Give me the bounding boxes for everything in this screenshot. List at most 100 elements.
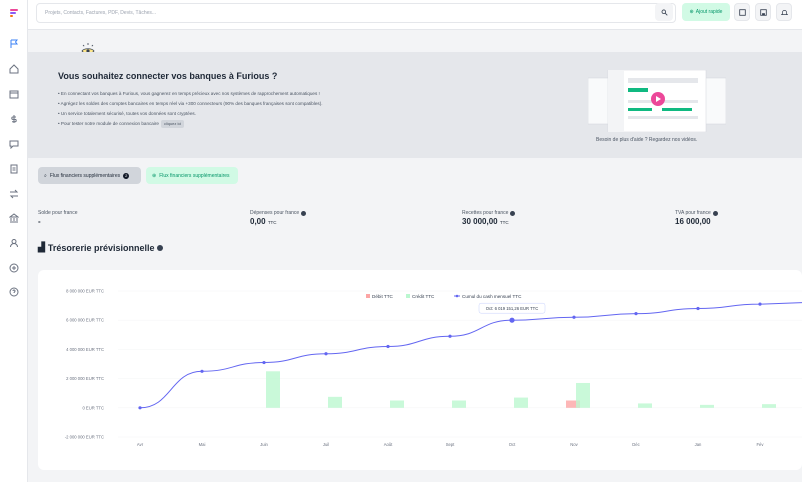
bank-connect-banner: Vous souhaitez connecter vos banques à F… (28, 52, 802, 158)
cumul-point (386, 344, 390, 349)
stat-label-text: Recettes pour france (462, 210, 509, 216)
x-tick-label: Juil (323, 442, 329, 447)
info-icon[interactable] (301, 210, 307, 216)
y-tick-label: 0 EUR TTC (82, 405, 104, 410)
stat-value: 30 000,00 TTC (462, 217, 515, 226)
cumul-point (634, 312, 638, 316)
help-icon[interactable] (7, 285, 21, 299)
cumul-point (572, 315, 576, 319)
info-icon[interactable] (712, 210, 718, 216)
search-input[interactable]: Projets, Contacts, Factures, PDF, Devis,… (36, 3, 676, 23)
flag-icon[interactable] (7, 37, 21, 51)
credit-bar (638, 403, 652, 408)
cumul-point (448, 334, 452, 338)
x-tick-label: Oct (509, 442, 516, 447)
stat-value-text: 16 000,00 (675, 217, 711, 226)
edit-button[interactable] (734, 3, 750, 21)
banner-item-text: Pour tester notre module de connexion ba… (60, 121, 159, 126)
plus-icon: ⊕ (152, 172, 157, 179)
cumul-point (324, 352, 328, 356)
forecast-title-text: Trésorerie prévisionnelle (47, 242, 155, 253)
y-tick-label: -2 000 000 EUR TTC (65, 435, 104, 440)
cumul-point (262, 360, 266, 365)
legend-swatch (406, 294, 410, 298)
stat-label: Dépenses pour france (250, 210, 307, 216)
stat-revenue: Recettes pour france 30 000,00 TTC (462, 210, 516, 226)
quick-add-button[interactable]: ⊕ Ajout rapide (682, 3, 730, 21)
add-financial-flows-button[interactable]: ⊕ Flux financiers supplémentaires (146, 167, 238, 184)
stat-label-text: Dépenses pour france (250, 210, 300, 216)
credit-bar (390, 400, 404, 408)
banner-item: Pour tester notre module de connexion ba… (58, 119, 438, 129)
forecast-title: ▟ Trésorerie prévisionnelle (38, 242, 164, 253)
banner-item: Un service totalement sécurisé, toutes v… (58, 109, 438, 119)
legend-swatch (366, 294, 370, 298)
calendar-icon[interactable] (7, 87, 21, 101)
bank-icon[interactable] (7, 211, 21, 225)
stat-label-text: TVA pour france (675, 210, 711, 216)
transfer-icon[interactable] (7, 187, 21, 201)
credit-bar (576, 382, 590, 408)
stat-vat: TVA pour france 16 000,00 (675, 210, 718, 226)
chat-icon[interactable] (7, 137, 21, 151)
top-bar: Projets, Contacts, Factures, PDF, Devis,… (28, 0, 802, 30)
forecast-chart: 8 000 000 EUR TTC 6 000 000 EUR TTC 4 000 … (38, 270, 802, 470)
plus-icon: ⊕ (689, 9, 694, 15)
furious-logo-icon[interactable] (7, 6, 21, 20)
search-icon[interactable] (655, 3, 673, 21)
dollar-icon[interactable] (7, 112, 21, 126)
banner-item: Agrégez les soldes des comptes bancaires… (58, 99, 438, 109)
tooltip-text: Oct: 6 019 151,26 EUR TTC (486, 306, 539, 311)
stat-unit: TTC (499, 220, 509, 225)
y-tick-label: 2 000 000 EUR TTC (66, 376, 104, 381)
info-icon[interactable] (157, 244, 164, 251)
stat-label: Solde pour france (38, 210, 77, 216)
cumul-line (139, 302, 802, 409)
add-financial-flows-label: Flux financiers supplémentaires (159, 172, 230, 179)
financial-flows-button[interactable]: ⌕ Flux financiers supplémentaires 2 (38, 167, 141, 184)
legend-swatch-dot (455, 294, 459, 298)
bell-icon (780, 9, 788, 15)
video-thumbnail[interactable] (587, 69, 727, 133)
x-tick-label: Jan (695, 442, 702, 447)
document-icon[interactable] (7, 162, 21, 176)
user-icon[interactable] (7, 236, 21, 250)
x-tick-label: Déc (632, 442, 639, 447)
stat-label-text: Solde pour france (38, 210, 78, 216)
plus-circle-icon[interactable] (7, 261, 21, 275)
info-icon[interactable] (510, 210, 516, 216)
stat-balance: Solde pour france - (38, 210, 77, 226)
x-tick-label: Mai (199, 442, 206, 447)
credit-bar (762, 404, 776, 408)
x-tick-label: Août (384, 442, 393, 447)
stat-value-text: - (38, 217, 41, 226)
x-tick-label: Fév (757, 442, 765, 447)
banner-cta-button[interactable]: cliquez ici (160, 120, 185, 128)
chart-svg: 8 000 000 EUR TTC 6 000 000 EUR TTC 4 000 … (65, 289, 802, 447)
stat-value-text: 30 000,00 (462, 217, 498, 226)
legend-label: Débit TTC (372, 294, 394, 299)
stat-unit: TTC (267, 220, 277, 225)
credit-bar (700, 404, 714, 408)
x-tick-label: Sept (446, 442, 455, 447)
cumul-point (696, 306, 700, 311)
save-button[interactable] (755, 3, 771, 21)
cumul-point (758, 302, 762, 306)
credit-bar (266, 371, 280, 408)
quick-add-label: Ajout rapide (695, 9, 723, 15)
stat-value: - (38, 217, 77, 226)
financial-flows-label: Flux financiers supplémentaires (49, 172, 121, 179)
home-icon[interactable] (7, 62, 21, 76)
stat-value-text: 0,00 (250, 217, 266, 226)
sidebar (0, 0, 28, 482)
cumul-point (200, 369, 204, 373)
credit-bar (328, 396, 342, 408)
search-icon: ⌕ (44, 172, 47, 179)
stat-value: 0,00 TTC (250, 217, 306, 226)
cumul-point (509, 317, 515, 323)
x-tick-label: Juin (260, 442, 268, 447)
banner-item: En connectant vos banques à Furious, vou… (58, 89, 438, 99)
notifications-button[interactable] (776, 3, 792, 21)
stat-value: 16 000,00 (675, 217, 718, 226)
banner-title: Vous souhaitez connecter vos banques à F… (58, 71, 278, 81)
